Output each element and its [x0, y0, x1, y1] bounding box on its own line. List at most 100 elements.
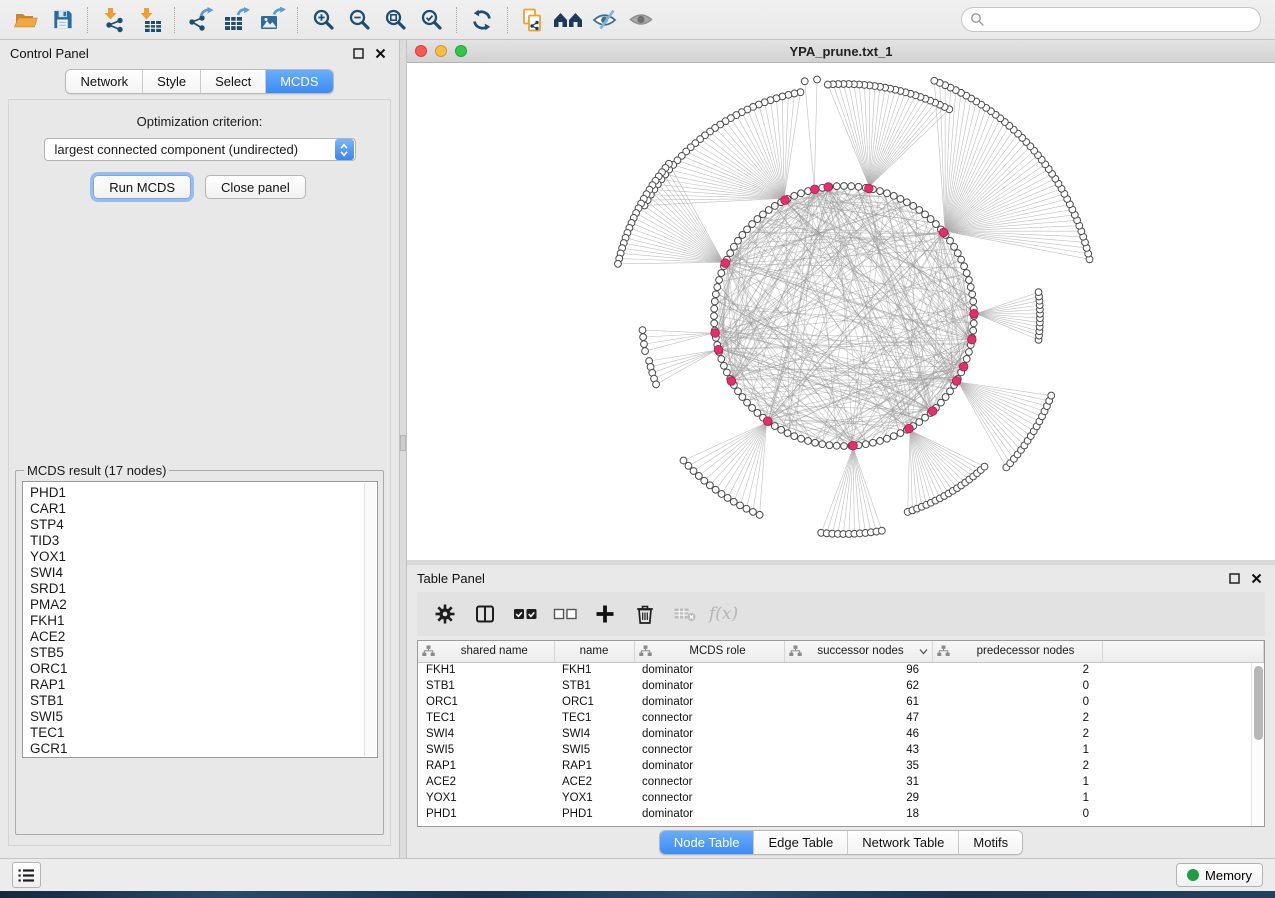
- zoom-fit-button[interactable]: [377, 4, 413, 36]
- close-mcds-panel-button[interactable]: Close panel: [205, 175, 306, 199]
- table-row[interactable]: YOX1YOX1connector291: [418, 790, 1264, 806]
- delete-columns-button[interactable]: [629, 598, 661, 630]
- cell-filler: [1102, 806, 1264, 822]
- mcds-result-item[interactable]: STB5: [30, 645, 363, 661]
- table-tab-motifs[interactable]: Motifs: [958, 831, 1022, 854]
- table-row[interactable]: ACE2ACE2connector311: [418, 774, 1264, 790]
- network-view-window: YPA_prune.txt_1: [407, 40, 1275, 560]
- table-header-row: shared namenameMCDS rolesuccessor nodesp…: [418, 641, 1264, 662]
- mcds-result-item[interactable]: FKH1: [30, 613, 363, 629]
- mcds-result-item[interactable]: TID3: [30, 533, 363, 549]
- zoom-selected-button[interactable]: [413, 4, 449, 36]
- mcds-result-item[interactable]: STP4: [30, 517, 363, 533]
- column-header-successor-nodes[interactable]: successor nodes: [784, 641, 932, 662]
- mcds-result-item[interactable]: SWI4: [30, 565, 363, 581]
- table-scrollbar[interactable]: [1251, 663, 1264, 826]
- import-table-button[interactable]: [131, 4, 167, 36]
- task-history-button[interactable]: [12, 862, 41, 888]
- save-session-button[interactable]: [44, 4, 80, 36]
- first-neighbors-button[interactable]: [551, 4, 587, 36]
- hide-selected-button[interactable]: [587, 4, 623, 36]
- search-field[interactable]: [961, 7, 1261, 32]
- float-panel-button[interactable]: [352, 47, 365, 60]
- mcds-result-item[interactable]: GCR1: [30, 741, 363, 757]
- delete-table-icon: [673, 605, 697, 623]
- table-row[interactable]: SWI4SWI4dominator462: [418, 726, 1264, 742]
- cell-MCDS-role: dominator: [634, 678, 784, 694]
- network-graph[interactable]: [407, 63, 1275, 560]
- table-row[interactable]: TEC1TEC1connector472: [418, 710, 1264, 726]
- mcds-result-item[interactable]: ACE2: [30, 629, 363, 645]
- toolbar-separator: [507, 7, 508, 33]
- splitter-grip[interactable]: [400, 435, 406, 451]
- tab-network[interactable]: Network: [66, 70, 142, 93]
- cell-shared-name: RAP1: [418, 758, 554, 774]
- table-row[interactable]: FKH1FKH1dominator962: [418, 662, 1264, 678]
- table-row[interactable]: RAP1RAP1dominator352: [418, 758, 1264, 774]
- export-network-button[interactable]: [182, 4, 218, 36]
- mcds-result-item[interactable]: CAR1: [30, 501, 363, 517]
- show-all-button[interactable]: [623, 4, 659, 36]
- column-header-predecessor-nodes[interactable]: predecessor nodes: [932, 641, 1102, 662]
- mcds-result-list[interactable]: PHD1CAR1STP4TID3YOX1SWI4SRD1PMA2FKH1ACE2…: [22, 481, 378, 758]
- table-row[interactable]: ORC1ORC1dominator610: [418, 694, 1264, 710]
- import-network-button[interactable]: [95, 4, 131, 36]
- table-row[interactable]: STB1STB1dominator620: [418, 678, 1264, 694]
- deselect-all-columns-button[interactable]: [549, 598, 581, 630]
- close-icon: [1251, 573, 1262, 584]
- column-header-name[interactable]: name: [554, 641, 634, 662]
- cell-predecessor-nodes: 2: [932, 758, 1102, 774]
- close-panel-button[interactable]: [374, 47, 387, 60]
- table-tab-edge-table[interactable]: Edge Table: [753, 831, 847, 854]
- import-table-icon: [136, 7, 163, 33]
- export-image-button[interactable]: [254, 4, 290, 36]
- share-network-file-button[interactable]: [515, 4, 551, 36]
- vertical-splitter[interactable]: [399, 40, 407, 858]
- zoom-out-button[interactable]: [341, 4, 377, 36]
- column-header-shared-name[interactable]: shared name: [418, 641, 554, 662]
- table-scrollbar-thumb[interactable]: [1254, 666, 1263, 740]
- mcds-result-item[interactable]: RAP1: [30, 677, 363, 693]
- memory-button[interactable]: Memory: [1176, 863, 1263, 887]
- column-header-MCDS-role[interactable]: MCDS role: [634, 641, 784, 662]
- export-table-button[interactable]: [218, 4, 254, 36]
- mcds-result-item[interactable]: YOX1: [30, 549, 363, 565]
- network-canvas[interactable]: [407, 63, 1275, 560]
- mcds-result-item[interactable]: ORC1: [30, 661, 363, 677]
- first-neighbors-icon: [554, 9, 585, 31]
- cell-MCDS-role: dominator: [634, 806, 784, 822]
- cell-name: ACE2: [554, 774, 634, 790]
- criterion-select[interactable]: largest connected component (undirected): [44, 138, 356, 161]
- window-zoom-button[interactable]: [455, 45, 467, 57]
- tab-select[interactable]: Select: [200, 70, 265, 93]
- mcds-list-scrollbar[interactable]: [364, 483, 376, 756]
- cell-shared-name: ORC1: [418, 694, 554, 710]
- window-minimize-button[interactable]: [435, 45, 447, 57]
- table-row[interactable]: SWI5SWI5connector431: [418, 742, 1264, 758]
- window-close-button[interactable]: [415, 45, 427, 57]
- mcds-result-item[interactable]: TEC1: [30, 725, 363, 741]
- table-tab-network-table[interactable]: Network Table: [847, 831, 958, 854]
- close-table-panel-button[interactable]: [1250, 572, 1263, 585]
- cell-name: RAP1: [554, 758, 634, 774]
- select-all-columns-button[interactable]: [509, 598, 541, 630]
- toggle-split-view-button[interactable]: [469, 598, 501, 630]
- run-mcds-button[interactable]: Run MCDS: [93, 175, 191, 199]
- add-column-button[interactable]: [589, 598, 621, 630]
- cell-filler: [1102, 790, 1264, 806]
- table-tab-node-table[interactable]: Node Table: [660, 831, 754, 854]
- mcds-result-item[interactable]: PHD1: [30, 485, 363, 501]
- mcds-result-item[interactable]: PMA2: [30, 597, 363, 613]
- zoom-in-button[interactable]: [305, 4, 341, 36]
- search-input[interactable]: [985, 10, 1260, 30]
- float-table-panel-button[interactable]: [1228, 572, 1241, 585]
- table-settings-button[interactable]: [429, 598, 461, 630]
- table-row[interactable]: PHD1PHD1dominator180: [418, 806, 1264, 822]
- tab-mcds[interactable]: MCDS: [265, 70, 332, 93]
- mcds-result-item[interactable]: SRD1: [30, 581, 363, 597]
- tab-style[interactable]: Style: [142, 70, 200, 93]
- refresh-layout-button[interactable]: [464, 4, 500, 36]
- mcds-result-item[interactable]: STB1: [30, 693, 363, 709]
- open-file-button[interactable]: [8, 4, 44, 36]
- mcds-result-item[interactable]: SWI5: [30, 709, 363, 725]
